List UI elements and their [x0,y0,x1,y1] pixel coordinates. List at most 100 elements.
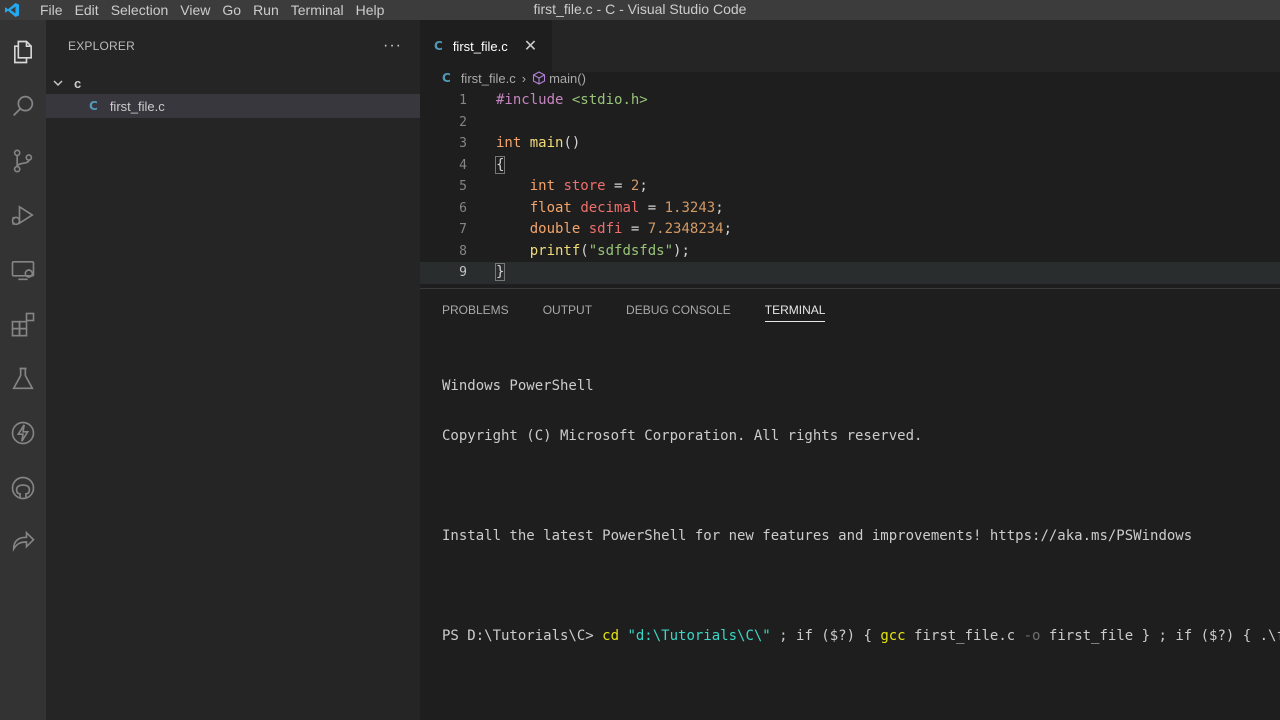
line-number: 7 [459,222,467,237]
token-op: = [622,221,648,237]
terminal-text: first_file } ; if ($?) { .\first [1048,628,1280,644]
code-line-7: 7 double sdfi = 7.2348234; [420,219,1280,241]
search-icon[interactable] [0,83,46,129]
line-number: 4 [459,157,467,173]
menu-go[interactable]: Go [222,0,253,20]
token-function: printf [529,242,581,259]
source-control-icon[interactable] [0,138,46,184]
token-type: float [529,199,572,216]
menu-help[interactable]: Help [356,0,397,20]
code-line-2: 2 [420,112,1280,134]
tab-first-file-c[interactable]: C first_file.c ✕ [420,20,552,72]
remote-explorer-icon[interactable] [0,247,46,293]
token-op: = [639,199,665,216]
terminal-line: Install the latest PowerShell for new fe… [442,528,1193,544]
vscode-logo-icon [0,0,24,20]
close-icon[interactable]: ✕ [524,36,537,56]
token-string: "sdfdsfds" [588,242,674,259]
token-punct: ); [673,242,690,259]
sidebar-title: EXPLORER [68,39,135,53]
token-variable: store [563,178,606,194]
token-type: int [496,135,522,151]
token-op: = [605,178,631,194]
terminal-text: first_file.c [905,628,1024,644]
menu-edit[interactable]: Edit [75,0,111,20]
menu-bar: File Edit Selection View Go Run Terminal… [28,0,396,20]
token-brace-close: } [494,263,506,281]
menu-run[interactable]: Run [253,0,291,20]
token-number: 1.3243 [664,199,716,216]
terminal-cmd: cd [602,628,620,644]
folder-c[interactable]: c [46,72,420,94]
tab-output[interactable]: OUTPUT [543,303,592,322]
terminal-flag: -o [1023,628,1041,644]
activity-bar [0,20,46,720]
terminal-line: Copyright (C) Microsoft Corporation. All… [442,428,923,444]
file-first-file-c[interactable]: C first_file.c [46,94,420,118]
github-icon[interactable] [0,465,46,511]
token-header: <stdio.h> [563,92,648,108]
token-punct: () [563,135,581,151]
line-number: 2 [459,114,467,130]
explorer-icon[interactable] [0,29,46,75]
terminal-path: "d:\Tutorials\C\" [619,628,771,644]
tab-terminal[interactable]: TERMINAL [764,303,826,322]
folder-label: c [74,75,82,91]
code-editor[interactable]: 1 #include <stdio.h> 2 3 int main() 4 { … [420,90,1280,284]
line-number: 9 [459,265,467,280]
line-number: 6 [459,200,467,216]
token-type: double [529,221,581,237]
token-variable: sdfi [588,221,623,237]
terminal-text: ; if ($?) { [770,628,881,644]
breadcrumb-symbol[interactable]: main() [549,71,586,86]
tab-debug-console[interactable]: DEBUG CONSOLE [626,303,731,322]
line-number: 5 [459,179,467,194]
menu-view[interactable]: View [180,0,222,20]
token-function: main [529,135,564,151]
menu-selection[interactable]: Selection [111,0,181,20]
terminal-output[interactable]: Windows PowerShell Copyright (C) Microso… [442,345,1280,677]
menu-terminal[interactable]: Terminal [291,0,356,20]
line-number: 1 [459,93,467,108]
token-variable: decimal [580,199,640,216]
token-punct: ; [715,199,724,216]
editor-tab-bar: C first_file.c ✕ C first_file.c › main() [420,20,1280,86]
panel-tabs: PROBLEMS OUTPUT DEBUG CONSOLE TERMINAL [442,303,859,322]
more-actions-icon[interactable]: ··· [383,37,402,55]
terminal-line: Windows PowerShell [442,378,594,394]
token-punct: ; [639,178,648,194]
terminal-prompt: PS D:\Tutorials\C> [442,628,603,644]
c-file-icon: C [434,39,443,53]
file-label: first_file.c [109,98,165,114]
title-bar: File Edit Selection View Go Run Terminal… [0,0,1280,20]
c-file-icon: C [89,99,98,113]
line-number: 8 [459,243,467,259]
menu-file[interactable]: File [40,0,75,20]
breadcrumb: C first_file.c › main() [442,70,586,86]
chevron-right-icon: › [521,70,527,86]
code-line-4: 4 { [420,155,1280,177]
breadcrumb-file[interactable]: first_file.c [461,71,516,86]
code-line-6: 6 float decimal = 1.3243; [420,198,1280,220]
token-brace-open: { [494,155,506,174]
explorer-sidebar: EXPLORER ··· c C first_file.c [46,20,420,720]
code-line-9: 9 } [420,262,1280,284]
code-line-1: 1 #include <stdio.h> [420,90,1280,112]
terminal-cmd: gcc [880,628,906,644]
sidebar-header: EXPLORER ··· [46,20,420,72]
code-line-3: 3 int main() [420,133,1280,155]
token-punct: ( [580,242,589,259]
live-share-icon[interactable] [0,519,46,565]
code-line-5: 5 int store = 2; [420,176,1280,198]
tab-problems[interactable]: PROBLEMS [442,303,509,322]
thunder-icon[interactable] [0,410,46,456]
terminal-command-line: PS D:\Tutorials\C> cd "d:\Tutorials\C\" … [442,627,1280,645]
testing-icon[interactable] [0,356,46,402]
extensions-icon[interactable] [0,301,46,347]
tab-label: first_file.c [452,38,508,54]
editor-area: C first_file.c ✕ C first_file.c › main()… [420,20,1280,288]
c-file-icon: C [442,71,451,85]
run-debug-icon[interactable] [0,192,46,238]
token-number: 7.2348234 [647,221,724,237]
chevron-down-icon [52,77,66,89]
